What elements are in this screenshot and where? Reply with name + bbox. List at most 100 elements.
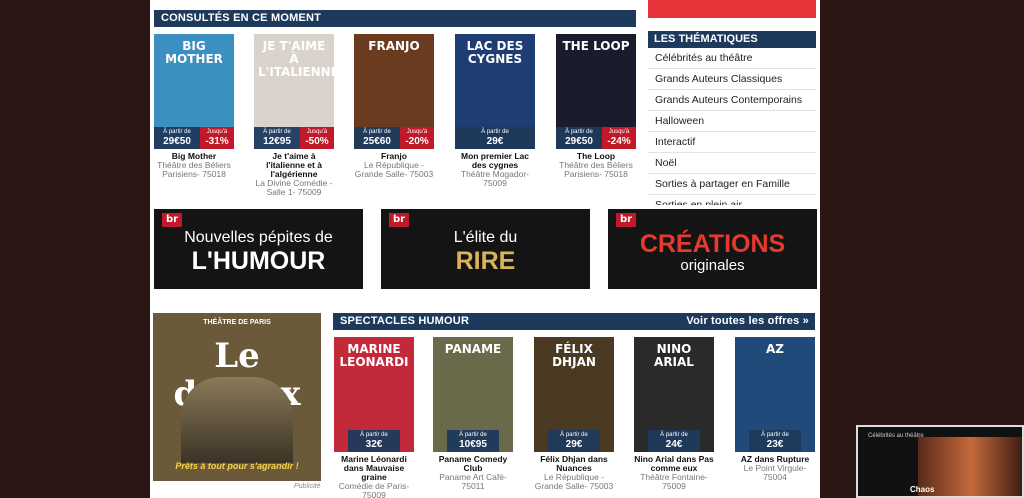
price-box: À partir de 10€95 <box>447 430 499 452</box>
poster-title: NINO ARIAL <box>654 342 694 369</box>
category-banner[interactable]: br Nouvelles pépites de L'HUMOUR <box>154 209 363 289</box>
show-name[interactable]: Je t'aime à l'italienne et à l'algérienn… <box>253 152 335 179</box>
show-card[interactable]: THE LOOP À partir de 29€50 Jusqu'à -24% The L… <box>555 34 637 179</box>
show-name[interactable]: Paname Comedy Club <box>432 455 514 473</box>
show-card[interactable]: NINO ARIAL À partir de 24€ Nino Arial dans … <box>633 337 715 491</box>
section-title: Spectacles humour <box>340 315 470 327</box>
sidebar-item[interactable]: Halloween <box>648 111 816 132</box>
price-box: À partir de 24€ <box>648 430 700 452</box>
banner-line2: L'HUMOUR <box>191 247 326 275</box>
price-label: À partir de <box>761 432 789 438</box>
see-all-offers-link[interactable]: Voir toutes les offres » <box>686 313 809 330</box>
sidebar-item[interactable]: Interactif <box>648 132 816 153</box>
video-badge: Chaos <box>910 485 935 494</box>
show-name[interactable]: Félix Dhjan dans Nuances <box>533 455 615 473</box>
show-poster[interactable]: LAC DES CYGNES À partir de 29€ <box>455 34 535 149</box>
sidebar-item[interactable]: Sorties à partager en Famille <box>648 174 816 195</box>
discount-value: -50% <box>305 136 329 147</box>
category-banner[interactable]: br CRÉATIONS originales <box>608 209 817 289</box>
show-poster[interactable]: BIG MOTHER À partir de 29€50 Jusqu'à -31% <box>154 34 234 149</box>
show-poster[interactable]: THE LOOP À partir de 29€50 Jusqu'à -24% <box>556 34 636 149</box>
price-label: À partir de <box>363 129 391 135</box>
discount-box: Jusqu'à -31% <box>200 127 234 149</box>
show-venue: Théâtre Mogador- 75009 <box>460 169 530 188</box>
banner-line2: RIRE <box>455 247 516 275</box>
show-poster[interactable]: NINO ARIAL À partir de 24€ <box>634 337 714 452</box>
banner-line1: Nouvelles pépites de <box>184 229 333 246</box>
show-name[interactable]: Nino Arial dans Pas comme eux <box>633 455 715 473</box>
section-header-consultes: Consultés en ce moment <box>154 10 636 27</box>
discount-box: Jusqu'à -20% <box>400 127 434 149</box>
price-box: À partir de 32€ <box>348 430 400 452</box>
price-label: À partir de <box>660 432 688 438</box>
br-logo: br <box>162 213 182 227</box>
video-popup[interactable]: Célébrités au théâtre Chaos <box>856 425 1024 498</box>
price-label: À partir de <box>481 129 509 135</box>
price-label: À partir de <box>565 129 593 135</box>
poster-title: FRANJO <box>368 39 420 53</box>
show-card[interactable]: PANAME À partir de 10€95 Paname Comedy Club… <box>432 337 514 491</box>
price-label: À partir de <box>459 432 487 438</box>
show-name[interactable]: Marine Léonardi dans Mauvaise graine <box>333 455 415 482</box>
show-venue: Le République - Grande Salle- 75003 <box>354 160 434 179</box>
price-value: 29€50 <box>163 136 191 147</box>
discount-label: Jusqu'à <box>206 129 228 135</box>
br-logo: br <box>616 213 636 227</box>
show-venue: La Divine Comédie - Salle 1- 75009 <box>255 178 333 197</box>
show-name[interactable]: Mon premier Lac des cygnes <box>454 152 536 170</box>
show-card[interactable]: FÉLIX DHJAN À partir de 29€ Félix Dhjan dan… <box>533 337 615 491</box>
show-poster[interactable]: MARINE LEONARDI À partir de 32€ <box>334 337 414 452</box>
price-value: 32€ <box>365 439 383 450</box>
sidebar-item[interactable]: Noël <box>648 153 816 174</box>
sidebar-item[interactable]: Grands Auteurs Contemporains <box>648 90 816 111</box>
poster-title: JE T'AIME À L'ITALIENNE <box>258 39 334 79</box>
section-header-humour: Spectacles humour Voir toutes les offres… <box>333 313 815 330</box>
price-value: 29€50 <box>565 136 593 147</box>
sidebar-item[interactable]: Sorties en plein air <box>648 195 816 205</box>
price-value: 12€95 <box>263 136 291 147</box>
ad-tagline: Prêts à tout pour s'agrandir ! <box>175 461 299 471</box>
show-poster[interactable]: AZ À partir de 23€ <box>735 337 815 452</box>
ad-caption: Publicité <box>294 483 321 490</box>
show-card[interactable]: JE T'AIME À L'ITALIENNE À partir de 12€95 J… <box>253 34 335 197</box>
sidebar-item[interactable]: Célébrités au théâtre <box>648 48 816 69</box>
poster-title: LAC DES CYGNES <box>466 39 524 66</box>
show-card[interactable]: LAC DES CYGNES À partir de 29€ Mon premier … <box>454 34 536 188</box>
discount-value: -20% <box>405 136 429 147</box>
poster-title: BIG MOTHER <box>165 39 223 66</box>
show-venue: Le République - Grande Salle- 75003 <box>534 472 614 491</box>
show-card[interactable]: FRANJO À partir de 25€60 Jusqu'à -20% Franjo L… <box>353 34 435 179</box>
banner-line1: CRÉATIONS <box>639 230 786 258</box>
ad-top-text: THÉÂTRE DE PARIS <box>203 319 271 326</box>
sidebar-thematiques: Les thématiques Célébrités au théâtre Gra… <box>648 31 816 205</box>
price-box: À partir de 23€ <box>749 430 801 452</box>
ad-people-image <box>181 377 293 463</box>
top-ad-strip[interactable] <box>648 0 816 18</box>
show-poster[interactable]: FRANJO À partir de 25€60 Jusqu'à -20% <box>354 34 434 149</box>
category-banner[interactable]: br L'élite du RIRE <box>381 209 590 289</box>
price-value: 23€ <box>766 439 784 450</box>
section-title: Consultés en ce moment <box>161 12 322 24</box>
poster-title: THE LOOP <box>562 39 630 53</box>
show-poster[interactable]: JE T'AIME À L'ITALIENNE À partir de 12€95 J… <box>254 34 334 149</box>
sidebar-item[interactable]: Grands Auteurs Classiques <box>648 69 816 90</box>
price-value: 10€95 <box>459 439 487 450</box>
price-box: À partir de 29€50 <box>154 127 200 149</box>
ad-duplex[interactable]: THÉÂTRE DE PARIS Le duplex Prêts à tout … <box>153 313 321 481</box>
show-card[interactable]: AZ À partir de 23€ AZ dans Rupture Le Point … <box>734 337 816 482</box>
show-card[interactable]: BIG MOTHER À partir de 29€50 Jusqu'à -31% Big… <box>153 34 235 179</box>
show-poster[interactable]: FÉLIX DHJAN À partir de 29€ <box>534 337 614 452</box>
show-venue: Théâtre des Béliers Parisiens- 75018 <box>157 160 231 179</box>
show-venue: Théâtre Fontaine- 75009 <box>640 472 708 491</box>
show-venue: Paname Art Café- 75011 <box>439 472 507 491</box>
discount-label: Jusqu'à <box>608 129 630 135</box>
price-box: À partir de 25€60 <box>354 127 400 149</box>
video-caption: Célébrités au théâtre <box>868 433 924 439</box>
show-venue: Théâtre des Béliers Parisiens- 75018 <box>559 160 633 179</box>
br-logo: br <box>389 213 409 227</box>
show-card[interactable]: MARINE LEONARDI À partir de 32€ Marine Léon… <box>333 337 415 498</box>
price-label: À partir de <box>263 129 291 135</box>
show-poster[interactable]: PANAME À partir de 10€95 <box>433 337 513 452</box>
sidebar-title: Les thématiques <box>648 31 816 48</box>
price-value: 24€ <box>665 439 683 450</box>
